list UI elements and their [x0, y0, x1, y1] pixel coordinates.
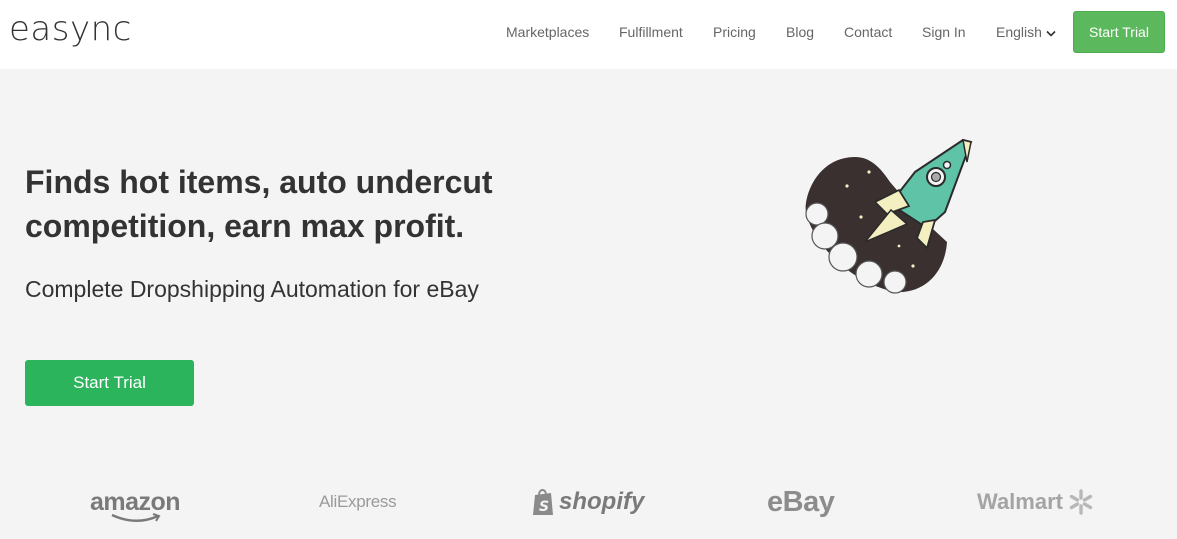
brand-name: easync: [9, 9, 132, 49]
walmart-name: Walmart: [977, 489, 1063, 514]
header-start-trial-button[interactable]: Start Trial: [1073, 11, 1165, 53]
aliexpress-name: AliExpress: [319, 492, 397, 511]
rocket-illustration: [805, 138, 973, 294]
ebay-logo: eBay: [767, 480, 835, 524]
nav-sign-in[interactable]: Sign In: [922, 23, 966, 41]
shopify-name: shopify: [559, 488, 645, 515]
shopping-bag-icon: S: [533, 489, 553, 515]
top-navbar: easync Marketplaces Fulfillment Pricing …: [0, 0, 1177, 69]
shopify-logo: S shopify: [531, 480, 644, 524]
amazon-smile-icon: [111, 513, 161, 522]
aliexpress-logo: AliExpress: [319, 480, 397, 524]
svg-text:S: S: [539, 499, 549, 515]
nav-pricing[interactable]: Pricing: [713, 23, 756, 41]
nav-fulfillment[interactable]: Fulfillment: [619, 23, 683, 41]
partner-logos: amazon AliExpress S shopify eBay Walmart: [0, 480, 1177, 530]
nav-blog[interactable]: Blog: [786, 23, 814, 41]
ebay-name: eBay: [767, 485, 835, 518]
language-label: English: [996, 24, 1042, 40]
language-selector[interactable]: English: [996, 23, 1056, 41]
hero-subtitle: Complete Dropshipping Automation for eBa…: [25, 276, 479, 302]
hero-headline: Finds hot items, auto undercut competiti…: [25, 164, 493, 244]
easync-logo[interactable]: easync: [9, 9, 132, 49]
walmart-spark-icon: [1069, 489, 1093, 515]
chevron-down-icon: [1046, 30, 1056, 37]
hero-start-trial-button[interactable]: Start Trial: [25, 360, 194, 406]
nav-contact[interactable]: Contact: [844, 23, 892, 41]
nav-marketplaces[interactable]: Marketplaces: [506, 23, 589, 41]
walmart-logo: Walmart: [977, 480, 1095, 524]
